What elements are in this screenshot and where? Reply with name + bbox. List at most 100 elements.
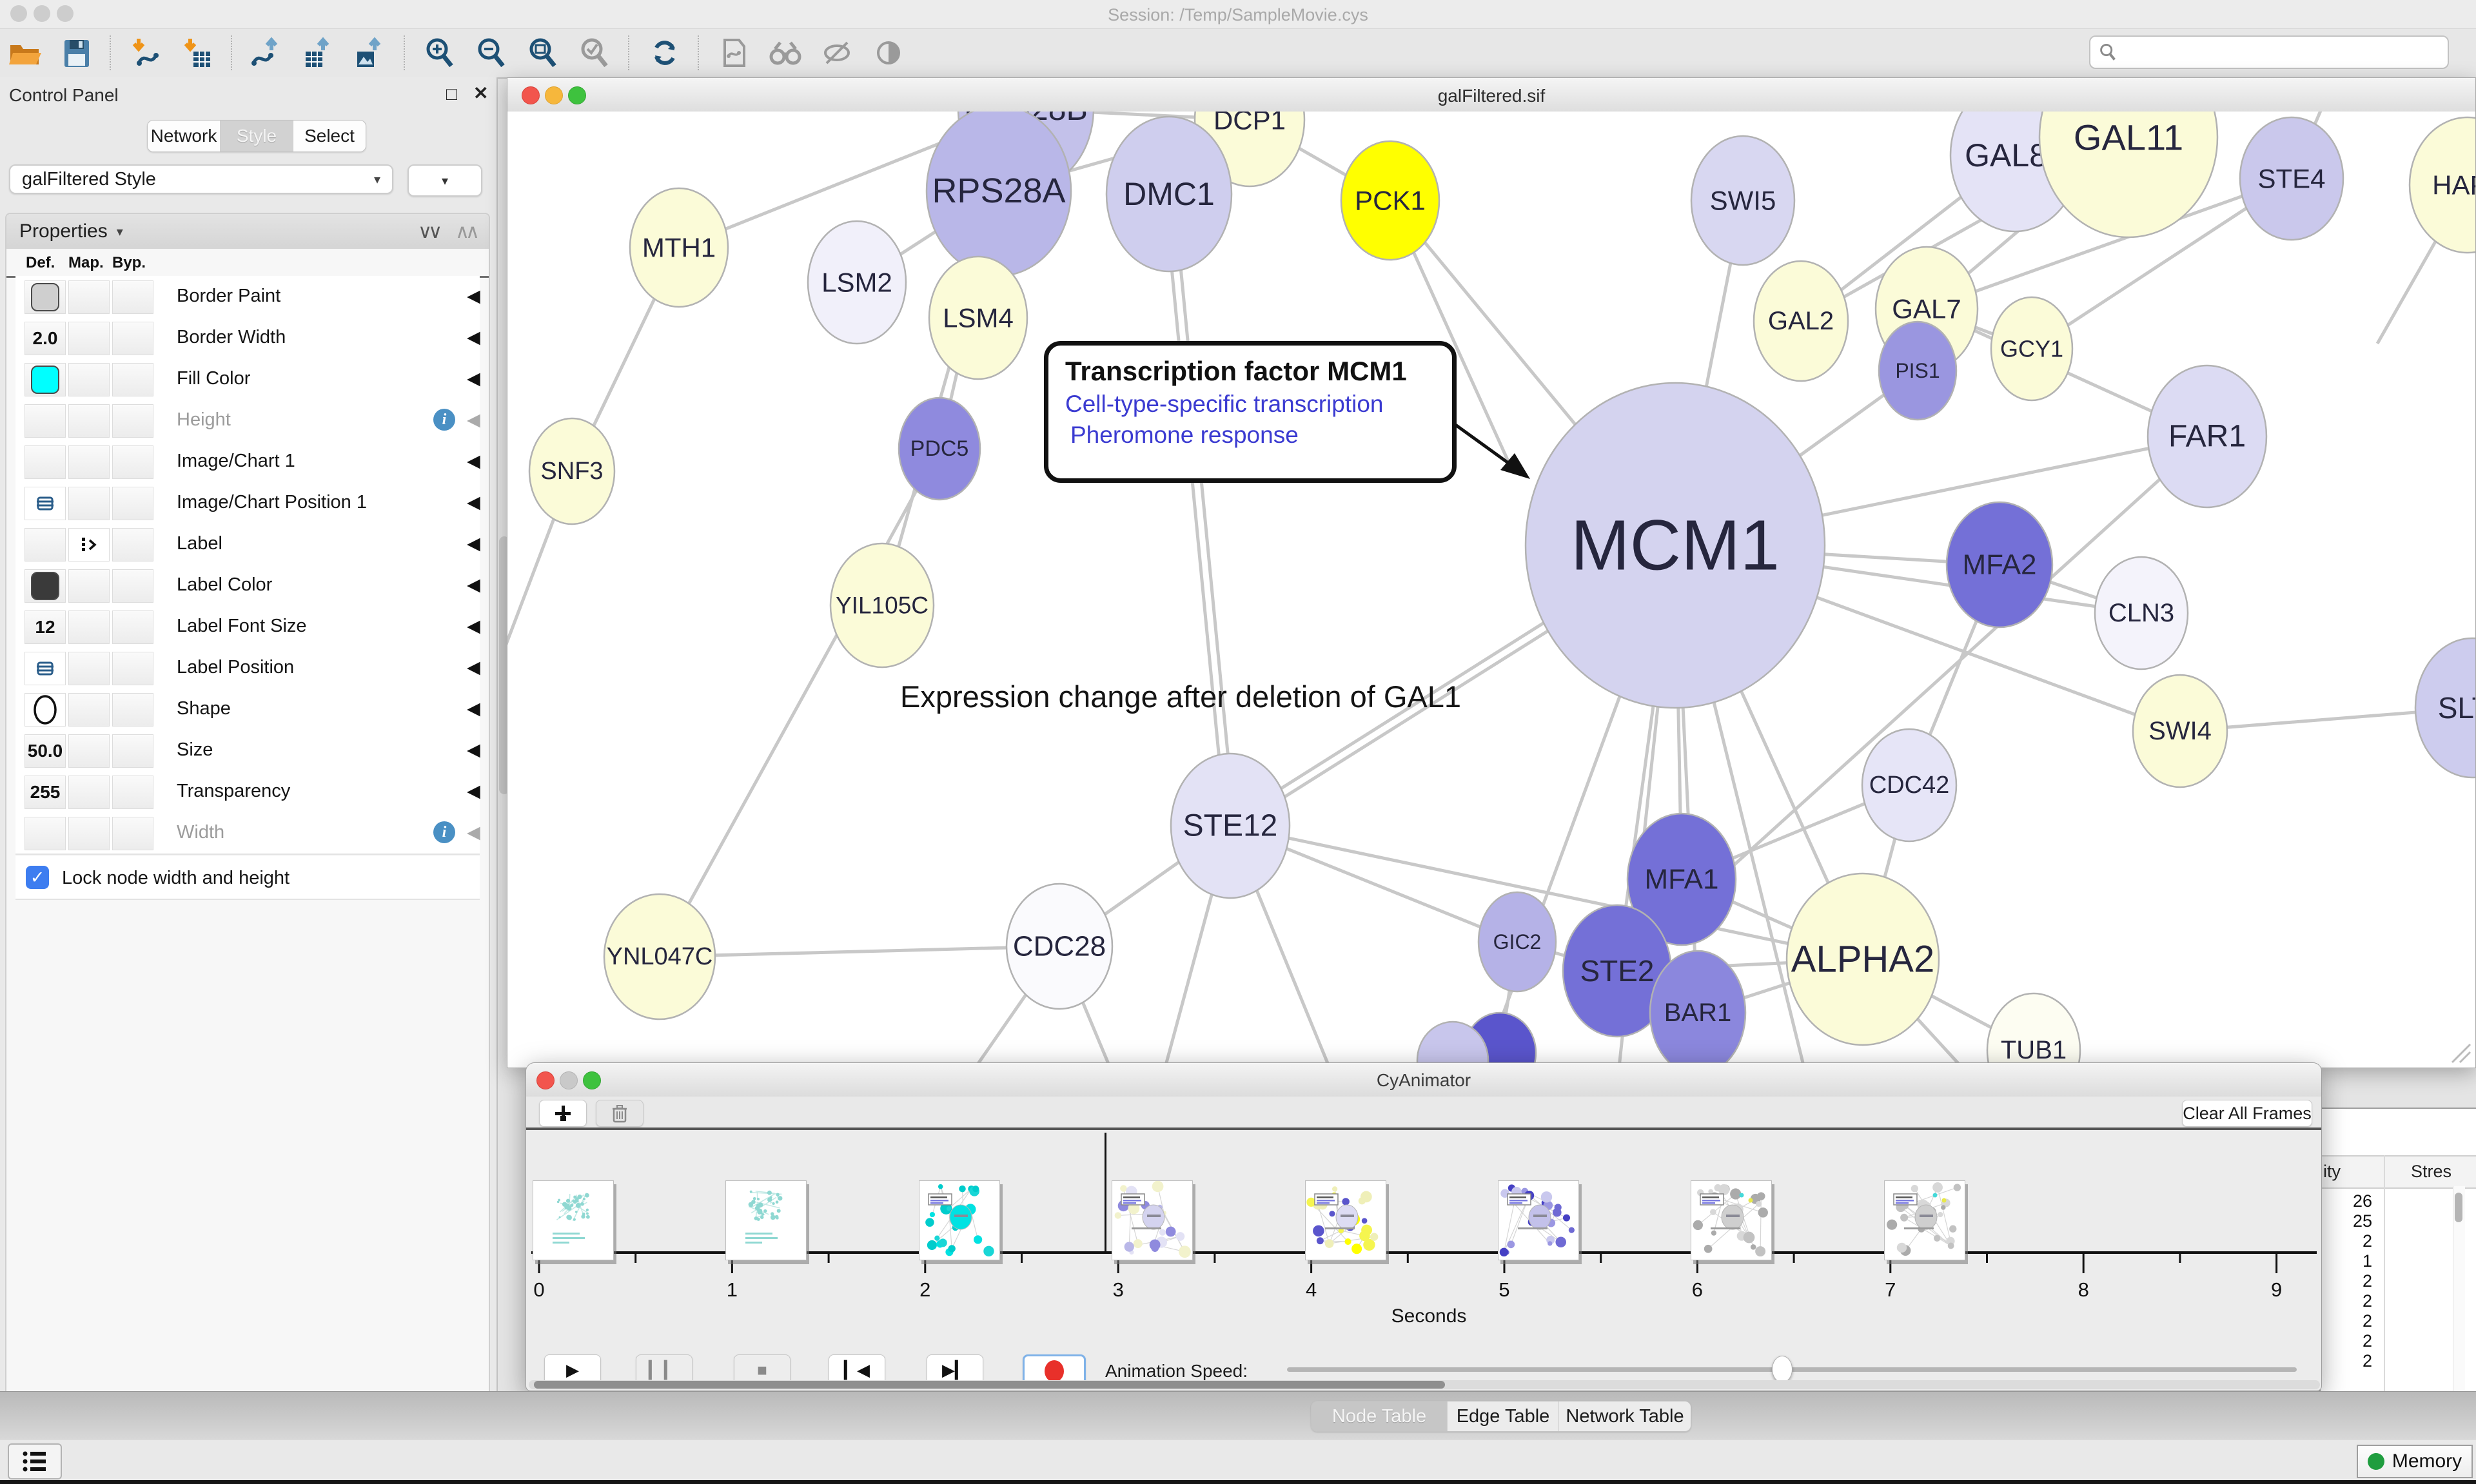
property-row-height[interactable]: Heighti◀ [15, 400, 480, 442]
network-node-RPS28A[interactable]: RPS28A [927, 112, 1071, 276]
frame-thumbnail-1[interactable] [725, 1180, 807, 1260]
map-cell[interactable] [68, 776, 110, 809]
byp-cell[interactable] [112, 445, 153, 479]
byp-cell[interactable] [112, 363, 153, 396]
map-cell[interactable] [68, 817, 110, 850]
refresh-button[interactable] [646, 34, 682, 72]
expand-left-icon[interactable]: ◀ [467, 451, 480, 471]
float-panel-icon[interactable]: □ [446, 84, 457, 104]
network-node-GCY1[interactable]: GCY1 [1991, 297, 2072, 400]
property-row-size[interactable]: 50.0Size◀ [15, 730, 480, 772]
network-node-SWI4[interactable]: SWI4 [2133, 675, 2227, 787]
resize-grip-icon[interactable] [2446, 1038, 2471, 1064]
property-row-border-paint[interactable]: Border Paint◀ [15, 276, 480, 318]
open-folder-button[interactable] [6, 34, 43, 72]
network-node-PIS1[interactable]: PIS1 [1879, 322, 1956, 420]
properties-header[interactable]: Properties ▾ ∨∨ ∧∧ [6, 214, 489, 249]
def-cell[interactable] [25, 487, 66, 520]
expand-left-icon[interactable]: ◀ [467, 781, 480, 801]
import-table-button[interactable] [179, 34, 215, 72]
network-node-STE12[interactable]: STE12 [1171, 754, 1290, 898]
expand-left-icon[interactable]: ◀ [467, 534, 480, 554]
map-cell[interactable] [68, 734, 110, 768]
expand-left-icon[interactable]: ◀ [467, 410, 480, 430]
timeline-hscrollbar[interactable] [529, 1380, 2320, 1389]
property-row-image-chart-1[interactable]: Image/Chart 1◀ [15, 441, 480, 483]
tab-edge-table[interactable]: Edge Table [1448, 1401, 1559, 1431]
expand-left-icon[interactable]: ◀ [467, 658, 480, 678]
search-input[interactable] [2124, 42, 2436, 63]
network-node-GIC2[interactable]: GIC2 [1479, 892, 1556, 991]
export-network-button[interactable] [249, 34, 285, 72]
property-row-label[interactable]: Label◀ [15, 523, 480, 566]
def-cell[interactable] [25, 404, 66, 438]
table-scrollbar-thumb[interactable] [2455, 1193, 2462, 1222]
def-cell[interactable] [25, 363, 66, 396]
tab-style[interactable]: Style [221, 121, 293, 151]
frame-thumbnail-0[interactable] [533, 1180, 614, 1260]
map-cell[interactable] [68, 528, 110, 561]
annotation-link[interactable]: Cell-type-specific transcription [1065, 389, 1435, 420]
network-window-titlebar[interactable]: galFiltered.sif [507, 78, 2475, 112]
network-node-GAL2[interactable]: GAL2 [1754, 261, 1848, 381]
frame-thumbnail-3[interactable] [1112, 1180, 1193, 1260]
byp-cell[interactable] [112, 693, 153, 727]
info-icon[interactable]: i [433, 821, 455, 843]
frame-thumbnail-4[interactable] [1305, 1180, 1386, 1260]
property-row-fill-color[interactable]: Fill Color◀ [15, 358, 480, 401]
map-cell[interactable] [68, 693, 110, 727]
frame-thumbnail-6[interactable] [1691, 1180, 1772, 1260]
table-column-centrality[interactable]: ity [2323, 1162, 2341, 1182]
network-node-ALPHA2[interactable]: ALPHA2 [1787, 874, 1939, 1045]
def-cell[interactable] [25, 528, 66, 561]
zoom-out-button[interactable] [473, 34, 509, 72]
def-cell[interactable]: 50.0 [25, 734, 66, 768]
network-node-MCM1[interactable]: MCM1 [1526, 383, 1825, 708]
timeline-hscrollbar-thumb[interactable] [534, 1381, 1445, 1389]
network-node-SWI5[interactable]: SWI5 [1691, 136, 1794, 265]
expand-left-icon[interactable]: ◀ [467, 369, 480, 389]
expand-left-icon[interactable]: ◀ [467, 699, 480, 719]
network-node-CDC28[interactable]: CDC28 [1007, 884, 1112, 1009]
annotation-box[interactable]: Transcription factor MCM1 Cell-type-spec… [1044, 341, 1457, 483]
table-column-stress[interactable]: Stres [2411, 1162, 2451, 1182]
map-cell[interactable] [68, 610, 110, 644]
def-cell[interactable]: 2.0 [25, 322, 66, 355]
delete-frame-button[interactable] [596, 1100, 644, 1127]
clear-all-frames-button[interactable]: Clear All Frames [2182, 1100, 2312, 1127]
network-node-HAP2[interactable]: HAP2 [2410, 117, 2475, 253]
collapse-all-icon[interactable]: ∧∧ [455, 220, 476, 243]
property-row-label-color[interactable]: Label Color◀ [15, 565, 480, 607]
network-node-YIL105C[interactable]: YIL105C [830, 543, 934, 667]
def-cell[interactable] [25, 569, 66, 603]
expand-left-icon[interactable]: ◀ [467, 327, 480, 347]
contrast-eye-button[interactable] [870, 34, 907, 72]
network-node-LSM4[interactable]: LSM4 [929, 257, 1027, 379]
save-button[interactable] [58, 34, 94, 72]
expand-left-icon[interactable]: ◀ [467, 823, 480, 843]
export-table-button[interactable] [300, 34, 337, 72]
map-cell[interactable] [68, 652, 110, 685]
network-node-DMC1[interactable]: DMC1 [1106, 117, 1232, 271]
cyanimator-titlebar[interactable]: CyAnimator [526, 1063, 2321, 1097]
network-node-SLT2[interactable]: SLT2 [2415, 638, 2475, 777]
property-row-shape[interactable]: Shape◀ [15, 688, 480, 731]
lock-checkbox[interactable]: ✓ [26, 866, 49, 889]
def-cell[interactable] [25, 652, 66, 685]
canvas-text-annotation[interactable]: Expression change after deletion of GAL1 [900, 679, 1461, 714]
byp-cell[interactable] [112, 280, 153, 314]
byp-cell[interactable] [112, 817, 153, 850]
copy-document-button[interactable] [716, 34, 752, 72]
map-cell[interactable] [68, 322, 110, 355]
map-cell[interactable] [68, 280, 110, 314]
def-cell[interactable] [25, 280, 66, 314]
network-node-PCK1[interactable]: PCK1 [1341, 141, 1439, 260]
def-cell[interactable] [25, 445, 66, 479]
byp-cell[interactable] [112, 528, 153, 561]
zoom-selected-button[interactable] [576, 34, 613, 72]
export-image-button[interactable] [352, 34, 388, 72]
network-node-LSM2[interactable]: LSM2 [808, 221, 906, 344]
network-node-CLN3[interactable]: CLN3 [2095, 557, 2188, 669]
binoculars-button[interactable] [767, 34, 803, 72]
zoom-in-button[interactable] [422, 34, 458, 72]
